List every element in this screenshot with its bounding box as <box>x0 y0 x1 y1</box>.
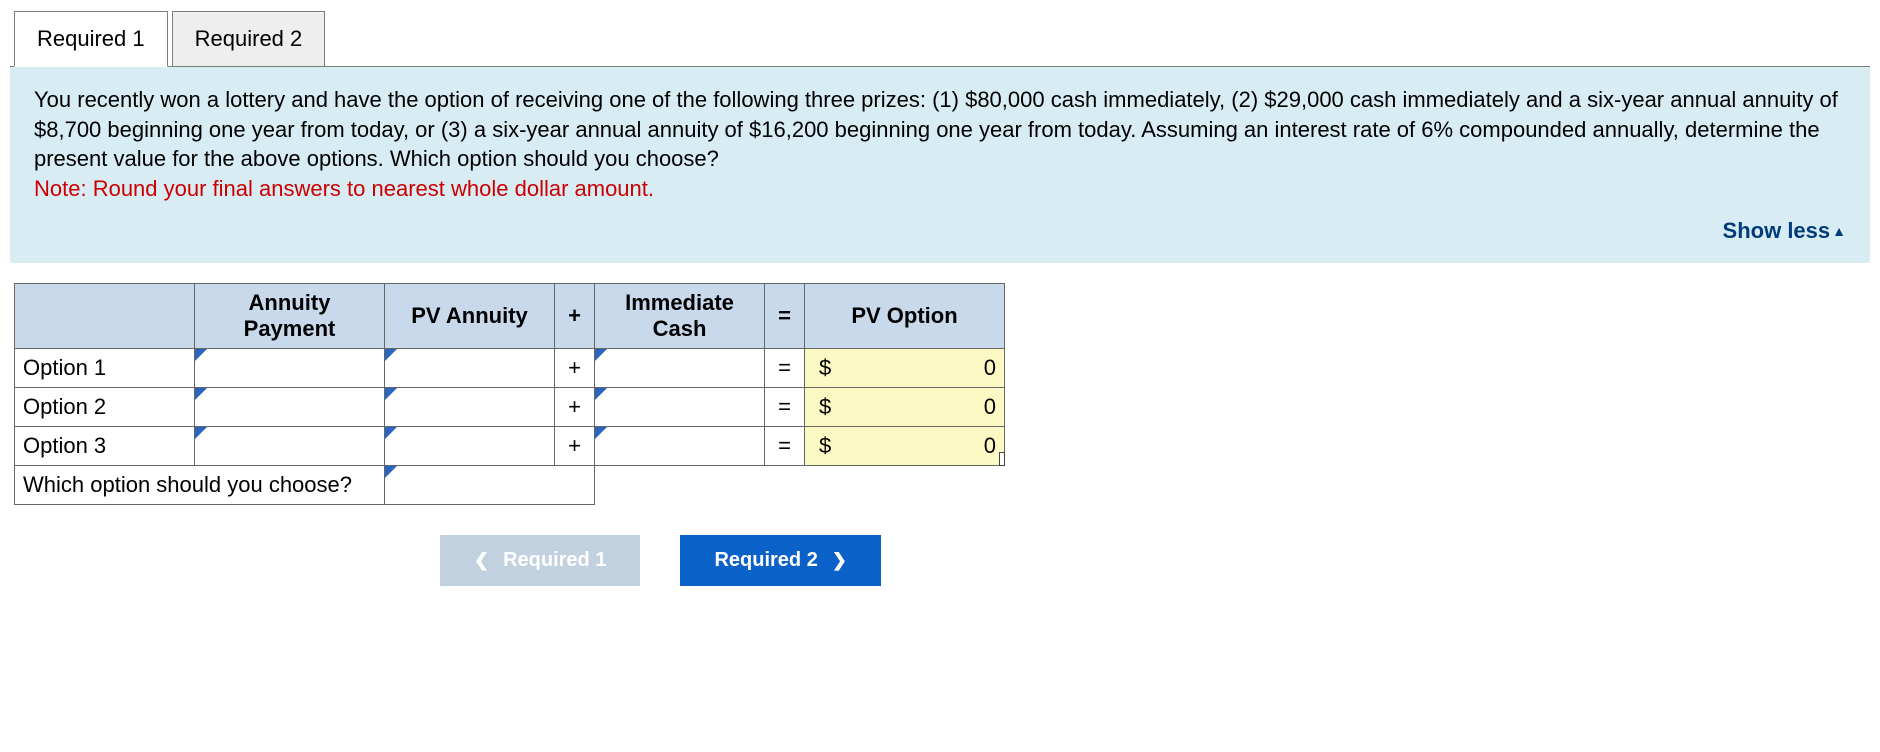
tab-required-2[interactable]: Required 2 <box>172 11 326 67</box>
row-option-2: Option 2 + = $0 <box>15 388 1005 427</box>
input-annuity-2[interactable] <box>195 388 385 427</box>
dollar-sign: $ <box>813 394 831 420</box>
pv-option-3: $0 <box>805 427 1005 466</box>
input-pvannuity-1[interactable] <box>385 349 555 388</box>
op-eq-3: = <box>765 427 805 466</box>
pv-value-2: 0 <box>984 394 996 419</box>
header-blank <box>15 284 195 349</box>
row-option-3: Option 3 + = $0 <box>15 427 1005 466</box>
chevron-left-icon: ❮ <box>474 550 489 571</box>
input-annuity-1[interactable] <box>195 349 385 388</box>
cell-marker-icon <box>385 427 397 439</box>
row-label-option-1: Option 1 <box>15 349 195 388</box>
cell-marker-icon <box>385 466 397 478</box>
prev-button[interactable]: ❮ Required 1 <box>440 535 640 586</box>
cell-marker-icon <box>195 349 207 361</box>
input-annuity-3[interactable] <box>195 427 385 466</box>
show-less-label: Show less <box>1723 218 1831 243</box>
header-immediate-cash: Immediate Cash <box>595 284 765 349</box>
cell-marker-icon <box>595 349 607 361</box>
prev-label: Required 1 <box>503 549 606 572</box>
next-label: Required 2 <box>714 549 817 572</box>
row-choose: Which option should you choose? <box>15 466 1005 505</box>
header-annuity-payment: Annuity Payment <box>195 284 385 349</box>
resize-handle-icon[interactable] <box>999 452 1005 466</box>
header-equals: = <box>765 284 805 349</box>
op-plus-2: + <box>555 388 595 427</box>
chevron-right-icon: ❯ <box>832 550 847 571</box>
tab-required-1[interactable]: Required 1 <box>14 11 168 67</box>
pv-option-2: $0 <box>805 388 1005 427</box>
question-prompt: You recently won a lottery and have the … <box>10 66 1870 263</box>
op-plus-1: + <box>555 349 595 388</box>
cell-marker-icon <box>595 388 607 400</box>
prompt-body: You recently won a lottery and have the … <box>34 85 1846 174</box>
header-pv-annuity: PV Annuity <box>385 284 555 349</box>
blank-cell <box>595 466 1005 505</box>
input-pvannuity-3[interactable] <box>385 427 555 466</box>
prompt-note: Note: Round your final answers to neares… <box>34 174 1846 204</box>
answer-table: Annuity Payment PV Annuity + Immediate C… <box>14 283 1005 505</box>
cell-marker-icon <box>595 427 607 439</box>
pv-value-1: 0 <box>984 355 996 380</box>
tab-bar: Required 1 Required 2 <box>14 10 1870 66</box>
op-plus-3: + <box>555 427 595 466</box>
dollar-sign: $ <box>813 355 831 381</box>
header-pv-option: PV Option <box>805 284 1005 349</box>
input-cash-1[interactable] <box>595 349 765 388</box>
pv-value-3: 0 <box>984 433 996 458</box>
op-eq-2: = <box>765 388 805 427</box>
row-option-1: Option 1 + = $0 <box>15 349 1005 388</box>
cell-marker-icon <box>195 388 207 400</box>
row-label-option-3: Option 3 <box>15 427 195 466</box>
nav-buttons: ❮ Required 1 Required 2 ❯ <box>440 535 1870 586</box>
input-cash-2[interactable] <box>595 388 765 427</box>
choose-label: Which option should you choose? <box>15 466 385 505</box>
cell-marker-icon <box>385 388 397 400</box>
header-plus: + <box>555 284 595 349</box>
cell-marker-icon <box>195 427 207 439</box>
dollar-sign: $ <box>813 433 831 459</box>
input-pvannuity-2[interactable] <box>385 388 555 427</box>
row-label-option-2: Option 2 <box>15 388 195 427</box>
op-eq-1: = <box>765 349 805 388</box>
show-less-toggle[interactable]: Show less▲ <box>34 216 1846 246</box>
cell-marker-icon <box>385 349 397 361</box>
input-choose[interactable] <box>385 466 595 505</box>
input-cash-3[interactable] <box>595 427 765 466</box>
next-button[interactable]: Required 2 ❯ <box>680 535 880 586</box>
caret-up-icon: ▲ <box>1832 223 1846 239</box>
pv-option-1: $0 <box>805 349 1005 388</box>
